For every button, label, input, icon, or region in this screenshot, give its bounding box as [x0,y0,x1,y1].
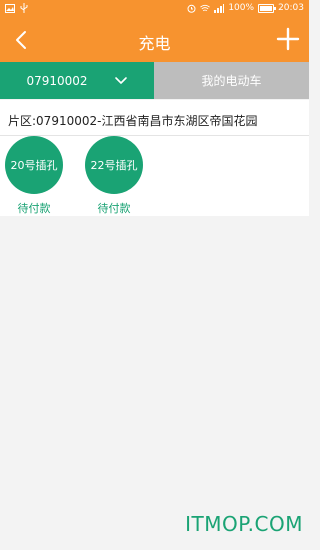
page-title: 充电 [138,34,171,53]
wifi-icon [200,3,211,13]
image-icon [5,3,15,13]
socket-label: 22号插孔 [90,159,138,172]
watermark: ITMOP.COM [185,512,303,536]
alarm-icon [186,3,196,13]
chevron-down-icon [114,76,127,84]
socket-status: 待付款 [17,202,51,215]
station-selector[interactable]: 07910002 [0,62,154,99]
clock: 20:03 [278,3,304,13]
station-value: 07910002 [26,73,88,88]
battery-icon [258,3,277,13]
title-bar: 充电 [0,18,309,62]
status-bar: 100% 20:03 [0,0,309,18]
socket-item[interactable]: 22号插孔 待付款 [83,136,145,216]
usb-icon [19,3,29,13]
status-left [5,3,29,13]
socket-button[interactable]: 22号插孔 [85,136,143,194]
socket-label: 20号插孔 [10,159,58,172]
add-button[interactable] [275,26,301,52]
battery-percent: 100% [228,3,255,13]
socket-panel: 片区:07910002-江西省南昌市东湖区帝国花园 20号插孔 待付款 22号插… [0,100,309,216]
socket-item[interactable]: 20号插孔 待付款 [3,136,65,216]
socket-button[interactable]: 20号插孔 [5,136,63,194]
tabs: 07910002 我的电动车 [0,62,309,99]
area-label: 片区:07910002-江西省南昌市东湖区帝国花园 [8,114,258,128]
signal-icon [214,3,225,13]
tab-my-vehicle[interactable]: 我的电动车 [154,62,309,99]
status-right: 100% 20:03 [186,3,304,13]
plus-icon [276,27,300,51]
socket-status: 待付款 [97,202,131,215]
